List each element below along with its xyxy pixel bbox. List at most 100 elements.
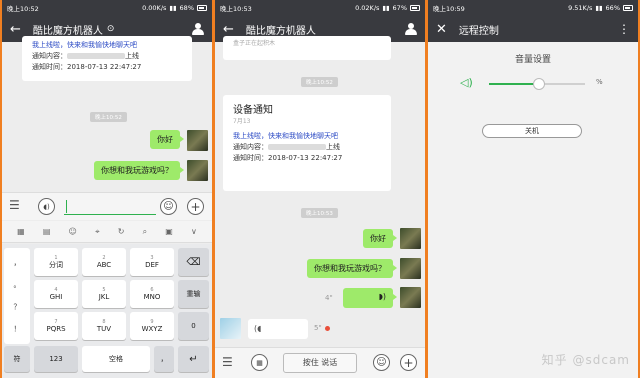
voice-message-sent[interactable]: ◗): [343, 288, 397, 308]
network-speed: 9.51K/s: [568, 4, 593, 12]
text-input[interactable]: [64, 214, 156, 215]
signal-icon: ▮▮: [169, 4, 177, 12]
redacted-text: [67, 53, 125, 59]
signal-icon: ▮▮: [382, 4, 390, 12]
volume-unit: %: [596, 78, 603, 86]
number-key[interactable]: 123: [34, 346, 78, 372]
keyboard-toggle-icon[interactable]: ▦: [251, 354, 268, 371]
notice-content: 通知内容： 上线: [233, 143, 340, 151]
chat-title: 酷比魔方机器人: [245, 25, 316, 37]
plus-icon[interactable]: +: [187, 198, 204, 215]
symbol-key[interactable]: 符: [4, 346, 30, 372]
sent-message[interactable]: 你想和我玩游戏吗？: [307, 259, 397, 278]
title-bar: ✕ 远程控制 ⋮: [428, 16, 638, 42]
battery-percent: 66%: [605, 4, 620, 12]
battery-icon: [623, 5, 633, 11]
page-title: 远程控制: [458, 25, 499, 37]
keyboard-icon[interactable]: ▤: [43, 227, 51, 236]
menu-list-icon[interactable]: ☰: [222, 355, 233, 369]
search-icon[interactable]: ⌕: [143, 227, 147, 237]
skin-icon[interactable]: ▣: [165, 227, 173, 236]
input-bar: ☰ ▦ 按住 说话 ☺ +: [215, 347, 425, 378]
card-text: 盒子正在起积木: [233, 40, 276, 47]
close-icon[interactable]: ✕: [436, 22, 447, 37]
battery-percent: 67%: [392, 4, 407, 12]
notice-time: 通知时间：2018-07-13 22:47:27: [32, 63, 142, 71]
emoji-icon[interactable]: ☺: [160, 198, 177, 215]
network-speed: 0.00K/s: [142, 4, 167, 12]
voice-toggle-icon[interactable]: ◖): [38, 198, 55, 215]
battery-icon: [197, 5, 207, 11]
key-7[interactable]: 7 PQRS: [34, 312, 78, 340]
sent-message[interactable]: 你想和我玩游戏吗？: [94, 161, 184, 180]
emoji-icon[interactable]: ☺: [373, 354, 390, 371]
sent-message[interactable]: 你好: [150, 130, 184, 149]
punct-key[interactable]: 。: [4, 274, 30, 296]
enter-key[interactable]: ↵: [178, 346, 209, 372]
signal-icon: ▮▮: [595, 4, 603, 12]
zero-key[interactable]: 0: [178, 312, 209, 340]
volume-slider-handle[interactable]: [533, 78, 545, 90]
smile-icon[interactable]: ☺: [69, 227, 77, 236]
remote-control-screen: 晚上10:59 9.51K/s ▮▮ 66% ✕ 远程控制 ⋮ 音量设置 ◁) …: [428, 0, 638, 378]
space-key[interactable]: 空格: [82, 346, 150, 372]
key-6[interactable]: 6 MNO: [130, 280, 174, 308]
voice-duration: 4": [325, 294, 333, 302]
device-notice-card[interactable]: 设备通知 7月13 我上线啦，快来和我愉快地聊天吧 通知内容： 上线 通知时间：2…: [223, 95, 391, 191]
punct-key[interactable]: ！: [4, 318, 30, 340]
punct-key[interactable]: ，: [4, 252, 30, 274]
grid-icon[interactable]: ▦: [17, 227, 25, 236]
avatar[interactable]: [400, 287, 421, 308]
back-arrow-icon[interactable]: ←: [10, 22, 21, 37]
unread-dot: [325, 326, 330, 331]
punctuation-column: ， 。 ？ ！: [4, 248, 30, 344]
more-menu-icon[interactable]: ⋮: [618, 23, 630, 35]
redacted-text: [268, 144, 326, 150]
avatar[interactable]: [400, 228, 421, 249]
voice-wave-icon: ◗): [378, 292, 386, 301]
network-speed: 0.02K/s: [355, 4, 380, 12]
punct-key[interactable]: ？: [4, 296, 30, 318]
key-2[interactable]: 2 ABC: [82, 248, 126, 276]
hold-to-talk-button[interactable]: 按住 说话: [283, 353, 357, 373]
punct-key[interactable]: ，: [154, 346, 174, 372]
status-time: 晚上10:52: [7, 5, 39, 13]
status-bar: 晚上10:53 0.02K/s ▮▮ 67%: [215, 0, 425, 16]
key-4[interactable]: 4 GHI: [34, 280, 78, 308]
back-arrow-icon[interactable]: ←: [223, 22, 234, 37]
collapse-icon[interactable]: ∨: [191, 227, 197, 236]
reenter-key[interactable]: 重输: [178, 280, 209, 308]
text-cursor: [66, 200, 67, 213]
key-8[interactable]: 8 TUV: [82, 312, 126, 340]
plus-icon[interactable]: +: [400, 354, 417, 371]
chat-timestamp: 晚上10:52: [301, 77, 338, 87]
robot-avatar[interactable]: [220, 318, 241, 339]
volume-control: ◁) %: [460, 76, 605, 90]
device-notice-card[interactable]: 我上线啦，快来和我愉快地聊天吧 通知内容： 上线 通知时间：2018-07-13 …: [22, 36, 192, 81]
user-profile-icon[interactable]: [192, 23, 204, 35]
refresh-icon[interactable]: ↻: [118, 227, 125, 236]
voice-message-received[interactable]: (◖: [248, 319, 308, 339]
key-5[interactable]: 5 JKL: [82, 280, 126, 308]
cursor-icon[interactable]: ⌖: [95, 227, 100, 237]
previous-card[interactable]: 盒子正在起积木: [223, 36, 391, 60]
avatar[interactable]: [187, 160, 208, 181]
backspace-key[interactable]: ⌫: [178, 248, 209, 276]
menu-list-icon[interactable]: ☰: [9, 198, 20, 212]
sent-message[interactable]: 你好: [363, 229, 397, 248]
voice-duration: 5": [314, 324, 322, 332]
avatar[interactable]: [400, 258, 421, 279]
status-bar: 晚上10:52 0.00K/s ▮▮ 68%: [2, 0, 212, 16]
key-9[interactable]: 9 WXYZ: [130, 312, 174, 340]
status-time: 晚上10:53: [220, 5, 252, 13]
watermark: 知乎 @sdcam: [541, 353, 630, 367]
avatar[interactable]: [187, 130, 208, 151]
notice-line: 我上线啦，快来和我愉快地聊天吧: [32, 41, 137, 49]
key-1[interactable]: 1 分词: [34, 248, 78, 276]
user-profile-icon[interactable]: [405, 23, 417, 35]
location-pin-icon: ⊙: [106, 24, 115, 34]
key-3[interactable]: 3 DEF: [130, 248, 174, 276]
shutdown-button[interactable]: 关机: [482, 124, 582, 138]
voice-wave-icon: (◖: [254, 324, 262, 333]
t9-keyboard: ， 。 ？ ！ 1 分词 2 ABC 3 DEF ⌫ 4 GHI 5 JKL 6 MNO 重…: [2, 244, 212, 378]
